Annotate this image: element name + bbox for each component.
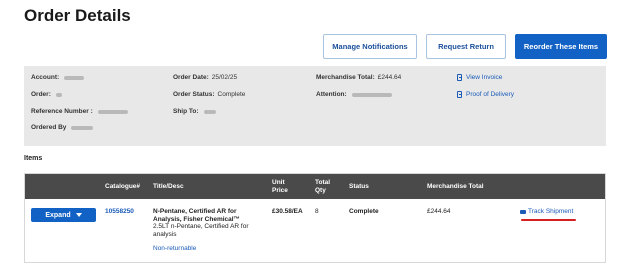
ordered-by-label: Ordered By <box>31 124 67 131</box>
order-status-value: Complete <box>217 91 246 98</box>
track-shipment-link[interactable]: Track Shipment <box>520 208 573 216</box>
ship-to-label: Ship To: <box>173 108 199 115</box>
proof-of-delivery-link[interactable]: Proof of Delivery <box>457 91 514 98</box>
redacted-value <box>97 109 128 114</box>
red-underline-annotation <box>521 219 576 221</box>
redacted-value <box>64 75 85 80</box>
col-total-qty-line1: Total <box>315 179 331 186</box>
reference-field: Reference Number : <box>31 108 128 115</box>
reference-label: Reference Number : <box>31 108 93 115</box>
redacted-value <box>203 109 216 114</box>
merchandise-total-field: Merchandise Total: £244.64 <box>316 74 401 81</box>
order-date-value: 25/02/25 <box>211 74 238 81</box>
request-return-button[interactable]: Request Return <box>426 34 506 59</box>
product-desc-line2: analysis <box>153 230 177 238</box>
document-icon <box>457 91 462 98</box>
view-invoice-link[interactable]: View Invoice <box>457 74 502 81</box>
redacted-value <box>55 92 62 97</box>
items-table: Catalogue# Title/Desc Unit Price Total Q… <box>24 173 606 263</box>
proof-of-delivery-label: Proof of Delivery <box>466 91 515 98</box>
product-desc-line1: 2.5LT n-Pentane, Certified AR for <box>153 223 249 230</box>
track-shipment-label: Track Shipment <box>528 208 574 215</box>
action-buttons: Manage Notifications Request Return Reor… <box>323 34 607 59</box>
redacted-value <box>71 125 94 130</box>
attention-field: Attention: <box>316 91 392 98</box>
account-label: Account: <box>31 74 60 81</box>
expand-button[interactable]: Expand <box>31 208 96 222</box>
page-title: Order Details <box>24 6 131 25</box>
col-total-qty-line2: Qty <box>315 187 326 194</box>
status-value: Complete <box>349 208 379 215</box>
quantity-value: 8 <box>315 208 319 215</box>
chevron-down-icon <box>75 213 82 217</box>
document-icon <box>457 74 462 81</box>
col-catalogue: Catalogue# <box>105 183 141 190</box>
manage-notifications-button[interactable]: Manage Notifications <box>323 34 417 59</box>
unit-price-value: £30.58/EA <box>272 208 303 215</box>
order-label: Order: <box>31 91 51 98</box>
order-status-field: Order Status: Complete <box>173 91 245 98</box>
col-status: Status <box>349 183 369 190</box>
non-returnable-note: Non-returnable <box>153 245 197 252</box>
truck-icon <box>520 209 526 214</box>
account-field: Account: <box>31 74 85 81</box>
product-title-line2: Analysis, Fisher Chemical™ <box>153 215 241 223</box>
ship-to-field: Ship To: <box>173 108 216 115</box>
order-summary-panel: Account: Order: Reference Number : Order… <box>24 66 606 146</box>
order-date-label: Order Date: <box>173 74 209 81</box>
items-heading: Items <box>24 155 43 162</box>
col-unit-price-line1: Unit <box>272 179 285 186</box>
merchandise-total-value: £244.64 <box>377 74 402 81</box>
expand-label: Expand <box>45 211 71 219</box>
col-unit-price-line2: Price <box>272 187 288 194</box>
items-table-header: Catalogue# Title/Desc Unit Price Total Q… <box>25 174 605 199</box>
product-title-line1: N-Pentane, Certified AR for <box>153 208 237 215</box>
attention-label: Attention: <box>316 91 347 98</box>
order-field: Order: <box>31 91 62 98</box>
merchandise-total-value: £244.64 <box>427 208 451 215</box>
ordered-by-field: Ordered By <box>31 124 94 131</box>
catalogue-number-link[interactable]: 10558250 <box>105 208 134 216</box>
col-title-desc: Title/Desc <box>153 183 184 190</box>
view-invoice-label: View Invoice <box>466 74 503 81</box>
col-merchandise-total: Merchandise Total <box>427 183 484 190</box>
reorder-items-button[interactable]: Reorder These Items <box>515 34 607 59</box>
redacted-value <box>351 92 392 97</box>
order-status-label: Order Status: <box>173 91 215 98</box>
order-date-field: Order Date: 25/02/25 <box>173 74 237 81</box>
merchandise-total-label: Merchandise Total: <box>316 74 375 81</box>
